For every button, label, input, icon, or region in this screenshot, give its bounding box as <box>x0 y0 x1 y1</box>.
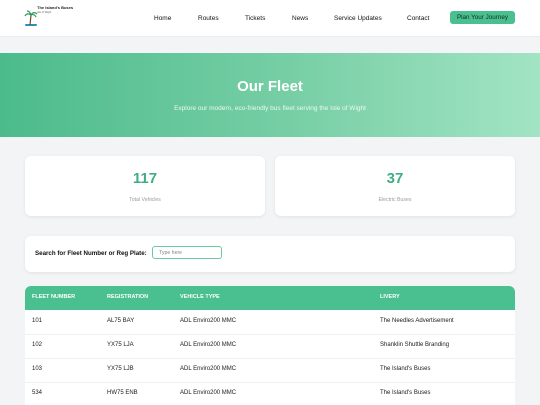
cell-vehicle-type: ADL Enviro200 MMC <box>180 342 237 348</box>
stat-label: Total Vehicles <box>129 197 161 203</box>
nav-home[interactable]: Home <box>154 15 171 22</box>
cell-vehicle-type: ADL Enviro200 MMC <box>180 318 237 324</box>
cell-vehicle-type: ADL Enviro200 MMC <box>180 366 237 372</box>
column-header-vehicle-type[interactable]: VEHICLE TYPE <box>180 294 220 300</box>
cell-fleet-number: 101 <box>32 318 43 324</box>
cell-registration: YX75 LJB <box>107 366 134 372</box>
hero-banner: Our Fleet Explore our modern, eco-friend… <box>0 53 540 137</box>
cell-registration: HW75 ENB <box>107 390 138 396</box>
cell-livery: The Island's Buses <box>380 390 431 396</box>
nav-tickets[interactable]: Tickets <box>245 15 265 22</box>
page-title: Our Fleet <box>237 78 303 95</box>
column-header-registration[interactable]: REGISTRATION <box>107 294 148 300</box>
cell-fleet-number: 534 <box>32 390 43 396</box>
search-label: Search for Fleet Number or Reg Plate: <box>35 250 147 257</box>
search-input[interactable] <box>152 246 222 259</box>
table-header: FLEET NUMBER REGISTRATION VEHICLE TYPE L… <box>25 286 515 310</box>
cell-registration: YX75 LJA <box>107 342 134 348</box>
cell-livery: Shanklin Shuttle Branding <box>380 342 450 348</box>
fleet-table: FLEET NUMBER REGISTRATION VEHICLE TYPE L… <box>25 286 515 405</box>
cell-registration: AL75 BAY <box>107 318 135 324</box>
cell-livery: The Needles Advertisement <box>380 318 454 324</box>
site-header: The Island's Buses Isle of Wight Home Ro… <box>0 0 540 37</box>
cell-livery: The Island's Buses <box>380 366 431 372</box>
cell-fleet-number: 102 <box>32 342 43 348</box>
table-row[interactable]: 103 YX75 LJB ADL Enviro200 MMC The Islan… <box>25 358 515 383</box>
nav-contact[interactable]: Contact <box>407 15 429 22</box>
stat-value: 37 <box>386 170 404 187</box>
column-header-livery[interactable]: LIVERY <box>380 294 400 300</box>
stat-label: Electric Buses <box>378 197 412 203</box>
table-row[interactable]: 102 YX75 LJA ADL Enviro200 MMC Shanklin … <box>25 334 515 359</box>
table-row[interactable]: 101 AL75 BAY ADL Enviro200 MMC The Needl… <box>25 310 515 335</box>
plan-journey-button[interactable]: Plan Your Journey <box>450 11 515 24</box>
nav-service-updates[interactable]: Service Updates <box>334 15 382 22</box>
stat-card-electric-buses: 37 Electric Buses <box>275 156 515 216</box>
cell-fleet-number: 103 <box>32 366 43 372</box>
page-subtitle: Explore our modern, eco-friendly bus fle… <box>174 105 366 112</box>
stat-value: 117 <box>132 170 158 187</box>
logo-title: The Island's Buses <box>37 5 74 10</box>
search-card: Search for Fleet Number or Reg Plate: <box>25 236 515 272</box>
nav-news[interactable]: News <box>292 15 308 22</box>
cell-vehicle-type: ADL Enviro200 MMC <box>180 390 237 396</box>
logo-subtitle: Isle of Wight <box>37 11 52 14</box>
nav-routes[interactable]: Routes <box>198 15 219 22</box>
column-header-fleet-number[interactable]: FLEET NUMBER <box>32 294 75 300</box>
stat-card-total-vehicles: 117 Total Vehicles <box>25 156 265 216</box>
table-row[interactable]: 534 HW75 ENB ADL Enviro200 MMC The Islan… <box>25 382 515 405</box>
